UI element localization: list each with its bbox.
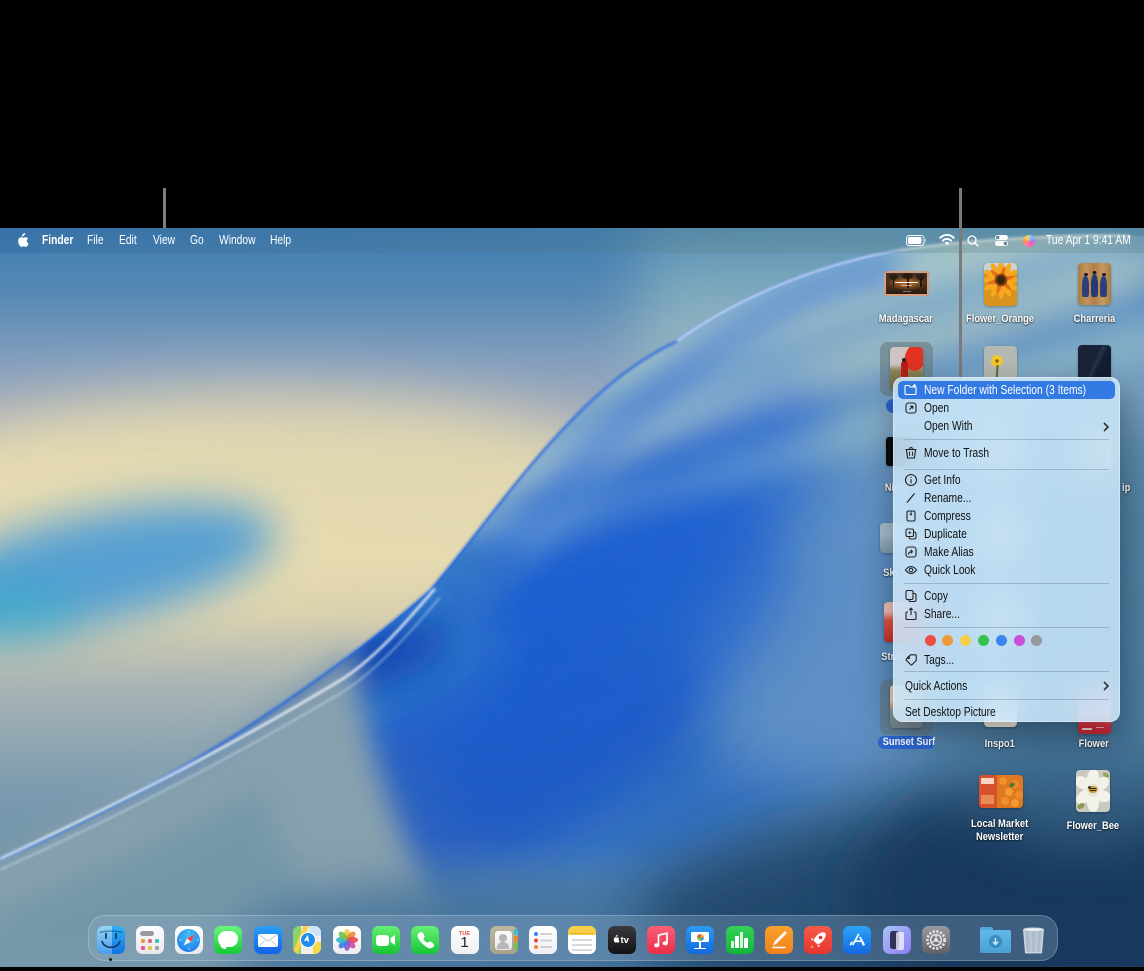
- svg-text:tv: tv: [620, 935, 629, 946]
